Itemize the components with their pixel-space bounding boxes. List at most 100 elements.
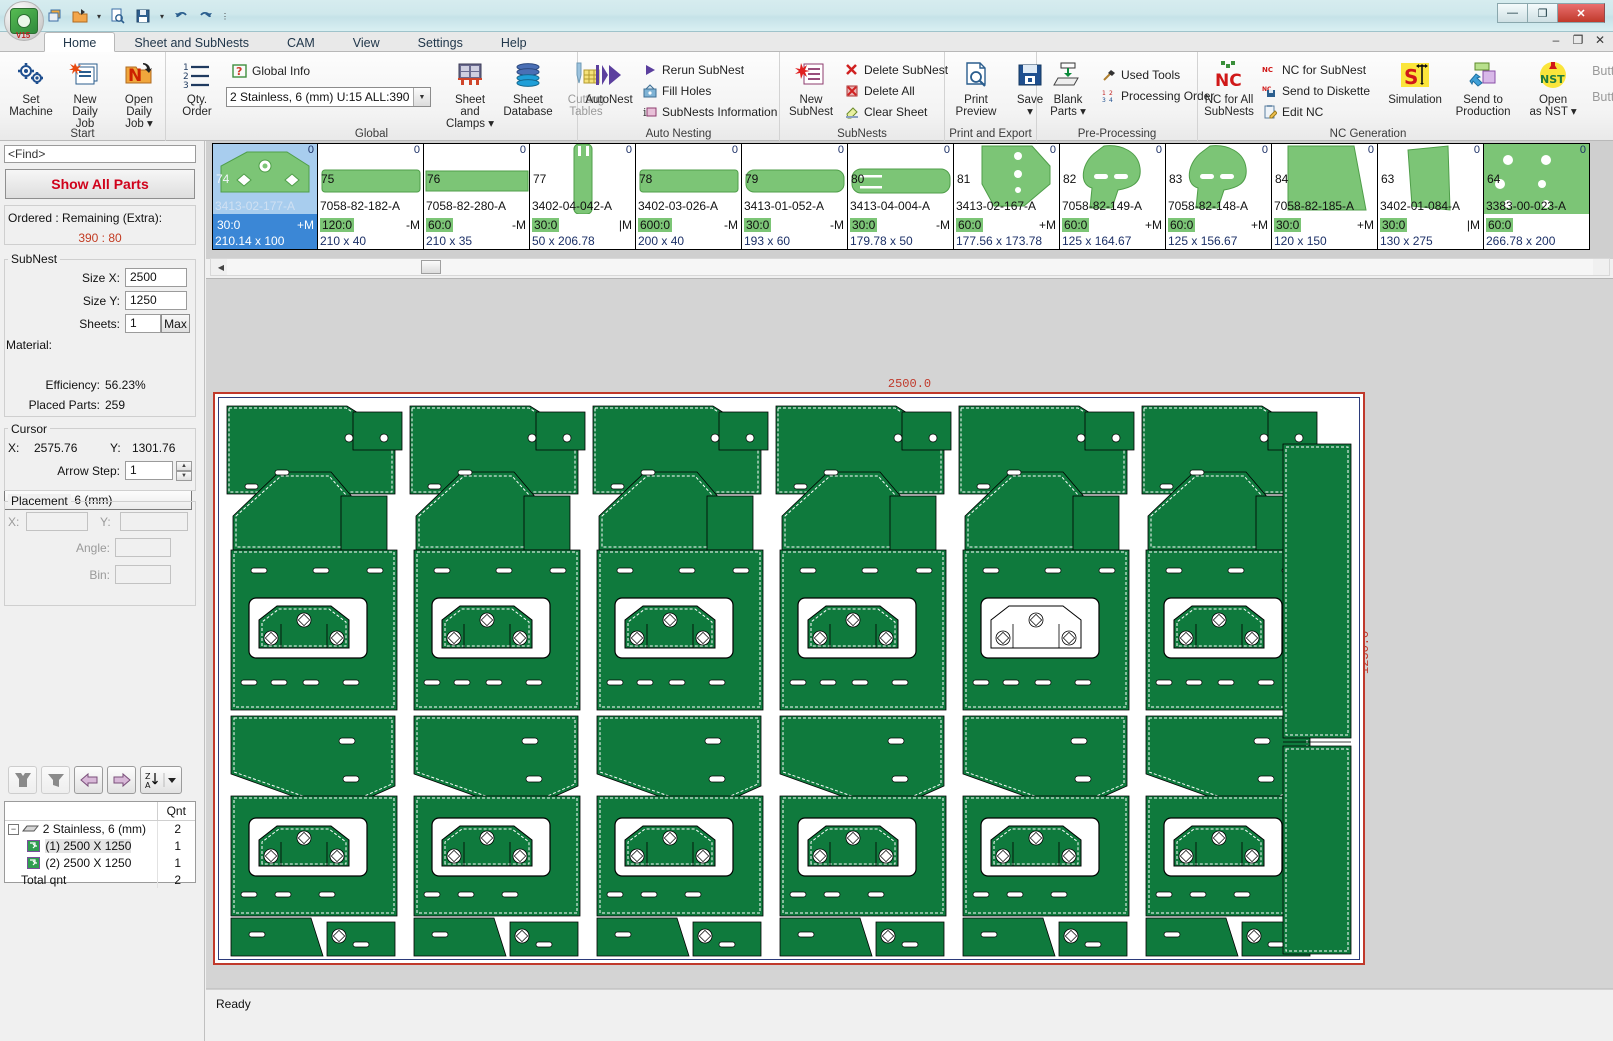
arrow-step-stepper[interactable]: ▲ ▼	[176, 461, 192, 481]
save-dropdown-icon[interactable]: ▾	[157, 5, 167, 27]
send-to-production-button[interactable]: Send to Production	[1446, 56, 1520, 121]
set-machine-button[interactable]: Set Machine	[4, 56, 58, 121]
nc-for-all-subnests-button[interactable]: NC NC for All SubNests	[1202, 56, 1256, 121]
part-card-82[interactable]: 0 82 7058-82-149-A 60:0 +M 125 x 164.67	[1060, 143, 1166, 250]
edit-nc-button[interactable]: Edit NC	[1256, 101, 1376, 122]
part-card-80[interactable]: 0 80 3413-04-004-A 30:0 -M 179.78 x 50	[848, 143, 954, 250]
scroll-left-icon[interactable]: ◀	[213, 259, 229, 275]
placement-angle-input[interactable]	[115, 538, 171, 557]
table-row[interactable]: − 2 Stainless, 6 (mm) 2	[5, 820, 195, 837]
tab-cam[interactable]: CAM	[268, 32, 334, 52]
global-info-button[interactable]: ? Global Info	[226, 60, 431, 81]
placement-y-input[interactable]	[120, 512, 188, 531]
part-card-76[interactable]: 0 76 7058-82-280-A 60:0 -M 210 x 35	[424, 143, 530, 250]
table-row[interactable]: (2) 2500 X 1250 1	[5, 854, 195, 871]
blank-parts-button[interactable]: Blank Parts ▾	[1041, 56, 1095, 121]
customize-qat-icon[interactable]: ⋮	[220, 5, 230, 27]
part-card-75[interactable]: 0 75 7058-82-182-A 120:0 -M 210 x 40	[318, 143, 424, 250]
sort-za-icon[interactable]: ZA	[140, 766, 182, 794]
move-right-icon[interactable]	[107, 766, 136, 794]
max-sheets-button[interactable]: Max	[161, 314, 190, 333]
size-y-input[interactable]: 1250	[125, 291, 187, 310]
nest-drawing[interactable]	[219, 398, 1359, 959]
move-left-icon[interactable]	[74, 766, 103, 794]
open-folder-icon[interactable]	[69, 5, 91, 27]
fill-holes-button[interactable]: Fill Holes	[636, 80, 783, 101]
sheets-input[interactable]: 1	[125, 314, 161, 333]
new-daily-job-button[interactable]: New Daily Job	[58, 56, 112, 133]
tree-row-material[interactable]: − 2 Stainless, 6 (mm)	[5, 820, 158, 837]
document-window-buttons[interactable]: – ❐ ✕	[1549, 33, 1607, 47]
find-input[interactable]: <Find>	[4, 145, 196, 163]
tree-row-subnest-2[interactable]: (2) 2500 X 1250	[5, 854, 158, 871]
save-icon[interactable]	[132, 5, 154, 27]
placement-x-input[interactable]	[26, 512, 88, 531]
arrow-step-input[interactable]: 1	[125, 461, 173, 480]
part-card-64[interactable]: 0 64 3383-00-023-A 60:0 266.78 x 200	[1484, 143, 1590, 250]
extra-button-2[interactable]: Button	[1592, 90, 1613, 116]
part-card-74[interactable]: 0 74 3413-02-177-A 30:0 +M 210.14 x 100	[212, 143, 318, 250]
minimize-button[interactable]: —	[1497, 3, 1527, 23]
close-button[interactable]: ✕	[1557, 3, 1605, 23]
ribbon-tabs[interactable]: Home Sheet and SubNests CAM View Setting…	[44, 32, 546, 52]
clear-sheet-button[interactable]: Clear Sheet	[838, 101, 954, 122]
send-to-diskette-button[interactable]: NC Send to Diskette	[1256, 80, 1376, 101]
tab-view[interactable]: View	[334, 32, 399, 52]
qty-order-button[interactable]: 123 Qty. Order	[170, 56, 224, 121]
quick-access-toolbar[interactable]: ▾ ▾ ⋮	[44, 4, 230, 28]
part-card-83[interactable]: 0 83 7058-82-148-A 60:0 +M 125 x 156.67	[1166, 143, 1272, 250]
table-row[interactable]: (1) 2500 X 1250 1	[5, 837, 195, 854]
redo-icon[interactable]	[195, 5, 217, 27]
collapse-tree-icon[interactable]	[8, 766, 37, 794]
sheet-inner[interactable]	[218, 397, 1360, 960]
show-all-parts-button[interactable]: Show All Parts	[5, 169, 195, 199]
scroll-thumb[interactable]	[421, 260, 441, 274]
tree-expander-icon[interactable]: −	[8, 824, 19, 836]
stepper-down-icon[interactable]: ▼	[176, 471, 192, 481]
chevron-down-icon[interactable]: ▼	[413, 88, 430, 106]
app-logo[interactable]: V15	[4, 1, 44, 41]
print-preview-icon[interactable]	[107, 5, 129, 27]
size-x-input[interactable]: 2500	[125, 268, 187, 287]
undo-icon[interactable]	[170, 5, 192, 27]
new-subnest-button[interactable]: New SubNest	[784, 56, 838, 121]
open-dropdown-icon[interactable]: ▾	[94, 5, 104, 27]
expand-tree-icon[interactable]	[41, 766, 70, 794]
doc-close-button[interactable]: ✕	[1593, 33, 1607, 47]
open-as-nst-button[interactable]: NST Open as NST ▾	[1520, 56, 1586, 121]
stepper-up-icon[interactable]: ▲	[176, 461, 192, 471]
simulation-button[interactable]: S Simulation	[1384, 56, 1446, 121]
doc-restore-button[interactable]: ❐	[1571, 33, 1585, 47]
part-card-77[interactable]: 0 77 3402-04-042-A 30:0 |M 50 x 206.78	[530, 143, 636, 250]
tab-sheet-and-subnests[interactable]: Sheet and SubNests	[115, 32, 268, 52]
part-card-84[interactable]: 0 84 7058-82-185-A 30:0 +M 120 x 150	[1272, 143, 1378, 250]
nest-canvas-area[interactable]: 2500.0 1250.0	[206, 278, 1613, 988]
tab-settings[interactable]: Settings	[399, 32, 482, 52]
window-buttons[interactable]: — ❐ ✕	[1497, 3, 1605, 23]
delete-all-button[interactable]: Delete All	[838, 80, 954, 101]
doc-minimize-button[interactable]: –	[1549, 33, 1563, 47]
open-daily-job-button[interactable]: N Open Daily Job ▾	[112, 56, 166, 133]
sheet-outline[interactable]	[213, 392, 1365, 965]
tree-row-subnest-1[interactable]: (1) 2500 X 1250	[5, 837, 158, 854]
print-preview-button[interactable]: Print Preview	[949, 56, 1003, 121]
restore-icon[interactable]	[44, 5, 66, 27]
part-card-79[interactable]: 0 79 3413-01-052-A 30:0 -M 193 x 60	[742, 143, 848, 250]
parts-strip-scrollbar[interactable]: ◀	[210, 258, 1610, 276]
delete-subnest-button[interactable]: Delete SubNest	[838, 59, 954, 80]
material-combo[interactable]: 2 Stainless, 6 (mm) U:15 ALL:390 ▼	[226, 87, 431, 107]
sheet-tree[interactable]: Qnt − 2 Stainless, 6 (mm) 2 (1) 2500 X 1…	[4, 801, 196, 888]
sheet-and-clamps-button[interactable]: Sheet and Clamps ▾	[441, 56, 499, 133]
sheet-database-button[interactable]: Sheet Database	[499, 56, 557, 133]
autonest-button[interactable]: AutoNest	[582, 56, 636, 109]
tab-home[interactable]: Home	[44, 32, 116, 52]
tab-help[interactable]: Help	[482, 32, 546, 52]
maximize-button[interactable]: ❐	[1527, 3, 1557, 23]
part-card-78[interactable]: 0 78 3402-03-026-A 600:0 -M 200 x 40	[636, 143, 742, 250]
part-card-63[interactable]: 0 63 3402-01-084-A 30:0 |M 130 x 275	[1378, 143, 1484, 250]
subnests-information-button[interactable]: i SubNests Information	[636, 101, 783, 122]
placement-bin-input[interactable]	[115, 565, 171, 584]
nc-for-subnest-button[interactable]: NC NC for SubNest	[1256, 59, 1376, 80]
parts-strip[interactable]: 0 74 3413-02-177-A 30:0 +M 210.14 x 100 0 75 705…	[212, 143, 1612, 251]
rerun-subnest-button[interactable]: Rerun SubNest	[636, 59, 783, 80]
